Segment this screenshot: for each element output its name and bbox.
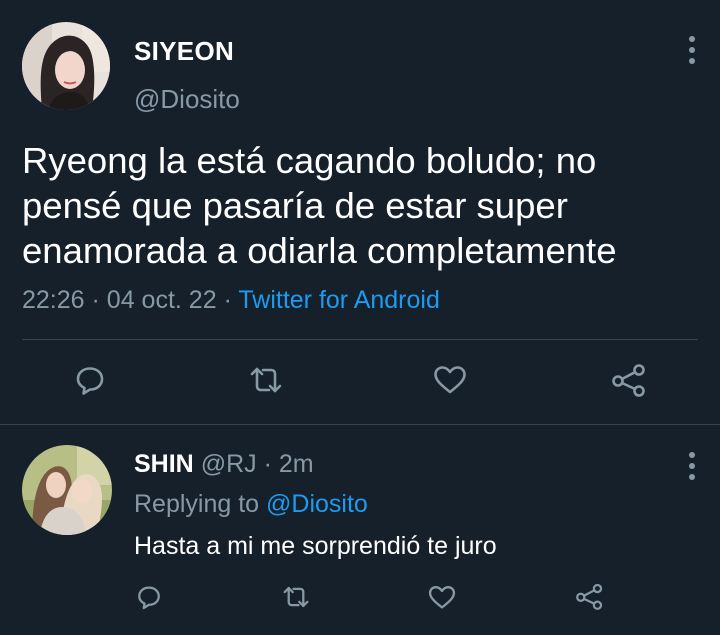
- reply-author-name[interactable]: SHIN: [134, 450, 194, 478]
- divider: [22, 339, 698, 340]
- author-handle[interactable]: @Diosito: [134, 84, 240, 115]
- reply-header: SHIN @RJ · 2m: [134, 450, 314, 479]
- reply-author-handle[interactable]: @RJ: [201, 450, 257, 478]
- share-icon[interactable]: [575, 583, 604, 610]
- meta-separator: ·: [91, 286, 100, 314]
- avatar-image: [22, 22, 110, 110]
- reply-icon[interactable]: [74, 364, 106, 396]
- tweet-detail-page: SIYEON @Diosito Ryeong la está cagando b…: [0, 0, 720, 635]
- main-tweet: SIYEON @Diosito Ryeong la está cagando b…: [0, 0, 720, 425]
- share-icon[interactable]: [611, 363, 647, 397]
- tweet-client-link[interactable]: Twitter for Android: [238, 286, 439, 314]
- replying-to-mention[interactable]: @Diosito: [266, 490, 368, 518]
- meta-separator: ·: [223, 286, 232, 314]
- avatar[interactable]: [22, 445, 112, 535]
- reply-icon[interactable]: [136, 584, 162, 610]
- replying-to: Replying to @Diosito: [134, 490, 368, 519]
- reply-text: Hasta a mi me sorprendió te juro: [134, 532, 497, 560]
- retweet-icon[interactable]: [282, 584, 310, 610]
- author-name[interactable]: SIYEON: [134, 36, 234, 67]
- tweet-metadata: 22:26 · 04 oct. 22 · Twitter for Android: [22, 286, 440, 315]
- avatar-image: [22, 445, 112, 535]
- retweet-icon[interactable]: [249, 364, 283, 396]
- meta-separator: ·: [263, 450, 272, 478]
- more-options-icon[interactable]: [688, 36, 696, 64]
- tweet-date: 04 oct. 22: [106, 286, 217, 314]
- avatar[interactable]: [22, 22, 110, 110]
- tweet-text: Ryeong la está cagando boludo; no pensé …: [22, 140, 617, 271]
- like-icon[interactable]: [428, 585, 456, 610]
- more-options-icon[interactable]: [688, 452, 696, 480]
- reply-age: 2m: [278, 450, 314, 478]
- like-icon[interactable]: [433, 365, 467, 395]
- tweet-time: 22:26: [22, 286, 85, 314]
- divider: [0, 424, 720, 425]
- replying-to-label: Replying to: [134, 490, 260, 518]
